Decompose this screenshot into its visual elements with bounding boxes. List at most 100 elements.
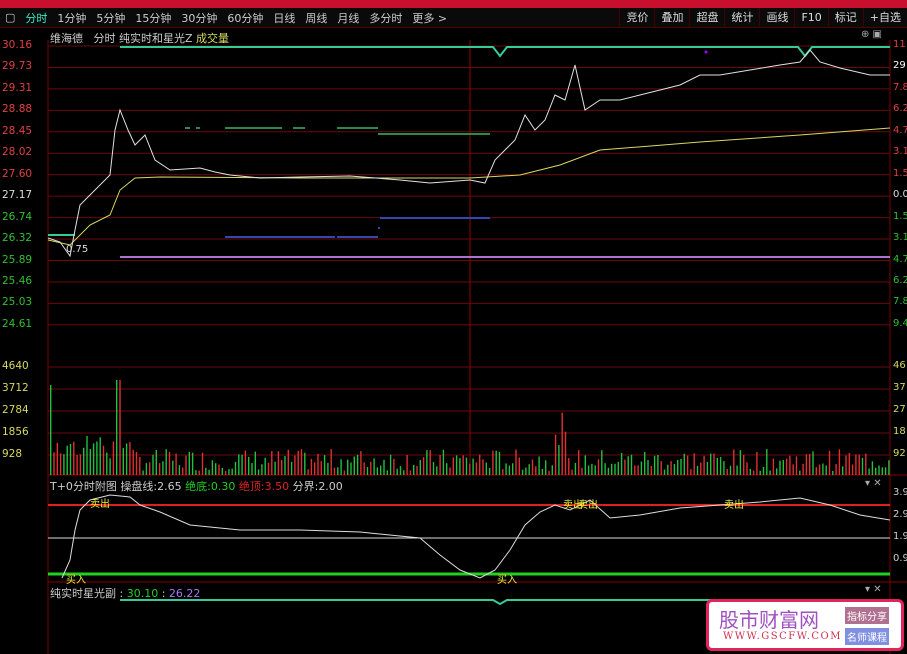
axis-label: 7.8 (893, 81, 907, 93)
volume-bar (267, 462, 270, 475)
marker-dot (704, 50, 708, 54)
volume-bar (825, 465, 827, 475)
volume-bar (604, 463, 606, 475)
volume-bar (475, 462, 478, 475)
volume-bar (749, 468, 751, 475)
volume-bar (627, 456, 629, 475)
volume-bar (53, 452, 55, 475)
volume-bar (337, 467, 339, 475)
volume-bar (591, 463, 593, 475)
volume-bar (726, 469, 728, 475)
volume-bar (756, 451, 758, 475)
volume-bar (492, 450, 494, 475)
axis-label: 3.1 (893, 232, 907, 244)
axis-label: 28.45 (2, 124, 33, 137)
volume-bar (109, 458, 111, 475)
value: 2.65 (157, 480, 182, 493)
value: 30.10 (126, 587, 159, 600)
axis-label: 28.88 (2, 103, 33, 116)
volume-bar (502, 469, 504, 475)
volume-bar (601, 450, 603, 475)
volume-bar (462, 455, 464, 475)
volume-bar (766, 449, 768, 475)
volume-bar (389, 454, 392, 475)
volume-bar (865, 453, 867, 475)
volume-bar (640, 461, 643, 475)
volume-bar (719, 457, 722, 475)
sub2-close-icon[interactable]: ▾ ✕ (865, 584, 882, 595)
axis-label: 11 (893, 39, 906, 50)
axis-label: 2.9 (893, 509, 907, 520)
volume-bar (218, 464, 220, 475)
axis-label: 46 (893, 360, 906, 371)
volume-bar (574, 462, 577, 475)
volume-bar (261, 464, 263, 475)
axis-label: 928 (2, 448, 23, 460)
volume-bar (782, 460, 784, 475)
volume-bar (409, 470, 412, 475)
sell-signal: 卖出 (724, 500, 744, 511)
chart-canvas (47, 40, 907, 654)
volume-bar (145, 463, 148, 475)
axis-label: 26.74 (2, 210, 33, 223)
volume-bar (188, 451, 190, 475)
volume-bar (449, 467, 451, 475)
volume-bar (317, 453, 319, 475)
volume-bar (822, 463, 824, 475)
volume-bar (832, 470, 834, 475)
volume-bar (330, 449, 332, 475)
volume-bar (172, 460, 174, 475)
volume-bar (729, 465, 732, 475)
volume-bar (129, 442, 131, 475)
volume-bar (281, 460, 283, 475)
label: 绝底: (185, 480, 211, 493)
volume-bar (96, 441, 98, 475)
sub1-close-icon[interactable]: ▾ ✕ (865, 478, 882, 489)
volume-bar (779, 460, 781, 475)
volume-bar (809, 454, 811, 475)
axis-label: 26.32 (2, 232, 33, 245)
axis-label: 6.2 (893, 274, 907, 286)
volume-bar (650, 466, 652, 475)
volume-bar (310, 458, 313, 475)
volume-bar (769, 470, 771, 475)
axis-label: 4.7 (893, 253, 907, 265)
axis-label: 3.1 (893, 146, 907, 158)
volume-bar (142, 470, 144, 475)
value: 3.50 (264, 480, 290, 493)
low-price-marker: 0.75 (66, 244, 89, 255)
volume-bar (399, 466, 402, 475)
volume-bar (795, 456, 798, 475)
volume-bar (182, 467, 184, 475)
volume-bar (818, 464, 821, 475)
volume-bar (805, 454, 808, 475)
volume-bar (175, 453, 177, 475)
volume-bar (564, 431, 567, 475)
volume-bar (248, 456, 250, 475)
volume-bar (215, 463, 217, 475)
volume-bar (848, 453, 850, 475)
volume-bar (238, 454, 240, 475)
volume-bar (776, 468, 778, 475)
volume-bar (139, 456, 141, 475)
volume-bar (191, 452, 194, 475)
axis-label: 28.02 (2, 146, 33, 159)
volume-bar (693, 453, 695, 475)
volume-bar (195, 470, 197, 475)
volume-bar (861, 457, 864, 475)
volume-bar (76, 455, 78, 475)
volume-bar (858, 454, 860, 475)
volume-bar (498, 451, 501, 475)
volume-bar (521, 469, 524, 475)
volume-bar (244, 450, 247, 475)
volume-bar (875, 467, 877, 475)
volume-bar (363, 462, 365, 475)
volume-bar (531, 459, 534, 475)
volume-bar (597, 459, 600, 475)
volume-bar (393, 458, 395, 475)
volume-bar (505, 463, 507, 475)
volume-bar (353, 456, 355, 475)
volume-bar (297, 450, 299, 475)
axis-label: 92 (893, 448, 906, 459)
volume-bar (828, 450, 831, 475)
